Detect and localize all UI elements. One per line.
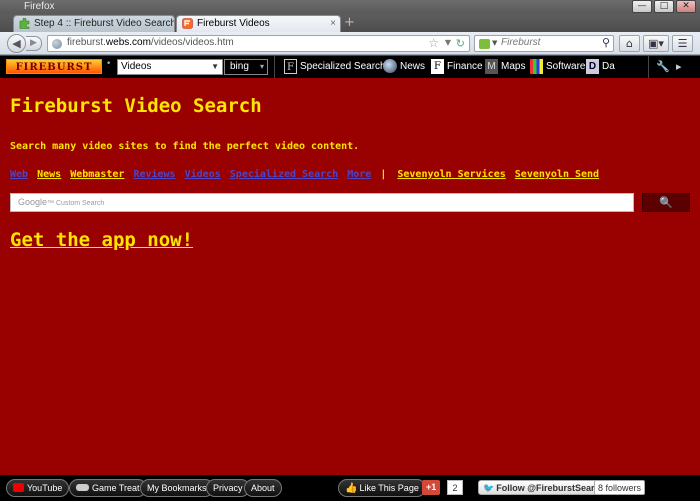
url-history-dropdown-icon[interactable]: ▼ — [445, 38, 451, 47]
menu-button[interactable]: ☰ — [672, 35, 693, 52]
close-window-button[interactable]: ✕ — [676, 0, 696, 13]
toolbar-link-maps[interactable]: M Maps — [485, 59, 525, 75]
toolbar-link-software[interactable]: Software — [530, 59, 585, 75]
globe-icon — [52, 39, 62, 49]
fireburst-logo[interactable]: FIREBURST — [6, 59, 102, 74]
search-type-select[interactable]: Videos ▼ — [117, 59, 223, 75]
search-icon[interactable]: ⚲ — [602, 36, 610, 49]
page-description: Search many video sites to find the perf… — [10, 141, 360, 152]
nav-link-videos[interactable]: Videos — [185, 169, 221, 180]
nav-link-web[interactable]: Web — [10, 169, 28, 180]
nav-link-specialized-search[interactable]: Specialized Search — [230, 169, 338, 180]
about-button[interactable]: About — [244, 479, 282, 497]
finance-icon: F — [431, 59, 444, 74]
bookmark-star-icon[interactable]: ☆ — [428, 36, 439, 50]
search-engine-select[interactable]: bing ▾ — [224, 59, 268, 75]
twitter-follow-button[interactable]: 🐦 Follow @FireburstSearch — [478, 480, 611, 495]
maximize-button[interactable]: □ — [654, 0, 674, 13]
bottom-bar: YouTube Game Treat My Bookmarks Privacy … — [0, 475, 700, 501]
addon-button[interactable]: ▣▾ — [643, 35, 669, 52]
toolbar-scroll-icon[interactable]: ▸ — [676, 60, 682, 73]
tab-step4[interactable]: Step 4 :: Fireburst Video Search :... — [13, 15, 175, 32]
nav-link-webmaster[interactable]: Webmaster — [70, 169, 124, 180]
fireburst-favicon-icon — [182, 18, 193, 29]
privacy-button[interactable]: Privacy — [206, 479, 250, 497]
window-title: Firefox — [24, 1, 55, 12]
minimize-button[interactable]: — — [632, 0, 652, 13]
search-input[interactable]: Fireburst — [501, 37, 540, 48]
site-nav: Web News Webmaster Reviews Videos Specia… — [10, 169, 602, 180]
page-title: Fireburst Video Search — [10, 95, 262, 117]
toolbar-link-news[interactable]: News — [383, 59, 425, 75]
chevron-down-icon: ▾ — [259, 62, 264, 71]
plus-one-count: 2 — [447, 480, 463, 495]
youtube-button[interactable]: YouTube — [6, 479, 70, 497]
toolbar-divider — [648, 56, 649, 78]
software-icon — [530, 59, 543, 74]
nav-link-more[interactable]: More — [347, 169, 371, 180]
maps-icon: M — [485, 59, 498, 74]
get-app-link[interactable]: Get the app now! — [10, 229, 193, 251]
specialized-search-icon: F — [284, 59, 297, 74]
twitter-bird-icon: 🐦 — [483, 483, 495, 493]
google-plus-one-button[interactable]: +1 — [422, 480, 441, 495]
globe-icon — [383, 59, 397, 73]
search-button[interactable]: 🔍 — [642, 193, 690, 212]
game-controller-icon — [76, 484, 89, 491]
tab-fireburst-videos[interactable]: Fireburst Videos × — [176, 15, 341, 32]
url-text[interactable]: fireburst.webs.com/videos/videos.htm — [67, 37, 234, 48]
tab-close-icon[interactable]: × — [330, 16, 336, 31]
back-button[interactable]: ◀ — [7, 34, 26, 53]
nav-link-reviews[interactable]: Reviews — [133, 169, 175, 180]
search-icon: 🔍 — [659, 196, 673, 209]
game-treat-button[interactable]: Game Treat — [69, 479, 147, 497]
da-icon: D — [586, 59, 599, 74]
wrench-icon[interactable]: 🔧 — [656, 60, 670, 73]
search-hint: Google™ Custom Search — [18, 197, 105, 207]
page-content: Fireburst Video Search Search many video… — [0, 78, 700, 475]
window-titlebar: Firefox — □ ✕ — [0, 0, 700, 14]
toolbar-divider — [274, 56, 275, 78]
fireburst-toolbar: FIREBURST • Videos ▼ bing ▾ F Specialized… — [0, 56, 700, 78]
thumbs-up-icon: 👍 — [345, 483, 358, 494]
nav-link-news[interactable]: News — [37, 169, 61, 180]
browser-search-bar[interactable]: ▼ Fireburst ⚲ — [474, 35, 614, 52]
chevron-down-icon[interactable]: ▼ — [492, 39, 497, 47]
url-bar[interactable]: fireburst.webs.com/videos/videos.htm ☆ ▼… — [47, 35, 470, 52]
reload-icon[interactable]: ↻ — [456, 37, 465, 50]
tab-strip: Step 4 :: Fireburst Video Search :... Fi… — [0, 14, 700, 32]
search-engine-icon[interactable] — [479, 39, 490, 49]
toolbar-link-specialized-search[interactable]: F Specialized Search — [284, 59, 386, 75]
nav-separator: | — [380, 169, 387, 180]
toolbar-link-da[interactable]: D Da — [586, 59, 615, 75]
toolbar-dot: • — [106, 59, 112, 69]
tab-title: Fireburst Videos — [197, 18, 270, 29]
navigation-toolbar: ◀ ▶ fireburst.webs.com/videos/videos.htm… — [0, 32, 700, 55]
tab-title: Step 4 :: Fireburst Video Search :... — [34, 18, 175, 29]
puzzle-icon — [19, 18, 30, 29]
nav-link-sevenyoln-send[interactable]: Sevenyoln Send — [515, 169, 599, 180]
home-button[interactable]: ⌂ — [619, 35, 640, 52]
like-page-button[interactable]: 👍 Like This Page — [338, 479, 426, 497]
custom-search-input[interactable]: Google™ Custom Search — [10, 193, 634, 212]
window-controls: — □ ✕ — [632, 0, 696, 13]
youtube-icon — [13, 483, 24, 492]
nav-link-sevenyoln-services[interactable]: Sevenyoln Services — [397, 169, 505, 180]
toolbar-link-finance[interactable]: F Finance — [431, 59, 483, 75]
my-bookmarks-button[interactable]: My Bookmarks — [140, 479, 214, 497]
chevron-down-icon: ▼ — [211, 62, 219, 71]
forward-button[interactable]: ▶ — [26, 36, 42, 51]
followers-count: 8 followers — [594, 480, 646, 495]
new-tab-button[interactable]: + — [344, 16, 355, 30]
